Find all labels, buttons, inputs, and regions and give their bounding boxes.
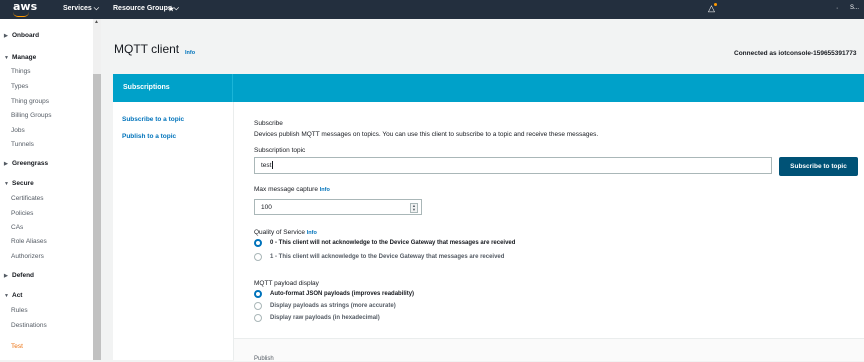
sidebar-item-tunnels[interactable]: Tunnels: [11, 141, 34, 148]
text-cursor: [272, 161, 274, 170]
qos-label: Quality of Service Info: [254, 229, 317, 236]
scrollbar-thumb[interactable]: [93, 74, 101, 360]
sidebar-section-act[interactable]: ▼ Act: [4, 292, 22, 299]
subscribe-description: Devices publish MQTT messages on topics.…: [254, 131, 599, 138]
pin-icon[interactable]: ★: [168, 5, 174, 13]
sidebar-section-defend[interactable]: ▶ Defend: [4, 272, 34, 279]
sidebar-section-greengrass[interactable]: ▶ Greengrass: [4, 160, 48, 167]
subscribe-to-topic-button[interactable]: Subscribe to topic: [779, 157, 858, 176]
expand-arrow-icon: ▶: [4, 161, 8, 167]
qos-0-label: 0 - This client will not acknowledge to …: [270, 240, 516, 246]
qos-1-label: 1 - This client will acknowledge to the …: [270, 254, 505, 260]
sidebar-item-thing-groups[interactable]: Thing groups: [11, 98, 49, 105]
sidebar-item-billing-groups[interactable]: Billing Groups: [11, 112, 51, 119]
sidebar-scrollbar[interactable]: ▲: [93, 19, 101, 360]
sidebar-item-test[interactable]: Test: [11, 343, 23, 350]
sidebar-section-onboard[interactable]: ▶ Onboard: [4, 32, 39, 39]
aws-logo[interactable]: aws: [13, 1, 37, 12]
payload-json-label: Auto-format JSON payloads (improves read…: [270, 291, 415, 297]
sidebar-item-jobs[interactable]: Jobs: [11, 127, 25, 134]
publish-section: Publish: [234, 338, 864, 362]
subscription-topic-input[interactable]: test: [254, 157, 772, 174]
sidebar-item-certificates[interactable]: Certificates: [11, 195, 44, 202]
sidebar-item-cas[interactable]: CAs: [11, 224, 23, 231]
payload-json-radio[interactable]: [254, 290, 262, 298]
aws-logo-smile-icon: [13, 12, 29, 17]
max-capture-info-link[interactable]: Info: [320, 187, 330, 193]
qos-info-link[interactable]: Info: [307, 230, 317, 236]
subscription-topic-label: Subscription topic: [254, 147, 306, 154]
sidebar-item-things[interactable]: Things: [11, 68, 31, 75]
payload-raw-radio[interactable]: [254, 314, 262, 322]
notification-dot: [714, 3, 717, 6]
sidebar-item-policies[interactable]: Policies: [11, 210, 33, 217]
qos-1-radio[interactable]: [254, 253, 262, 261]
sidebar-item-destinations[interactable]: Destinations: [11, 322, 47, 329]
max-message-capture-label: Max message capture Info: [254, 186, 330, 193]
subscriptions-header-label: Subscriptions: [123, 84, 170, 91]
expand-arrow-icon: ▶: [4, 273, 8, 279]
scroll-up-arrow-icon[interactable]: ▲: [94, 19, 99, 25]
max-message-capture-input[interactable]: 100 ▲ ▼: [254, 199, 422, 215]
sidebar-item-rules[interactable]: Rules: [11, 307, 28, 314]
services-menu[interactable]: Services ⌵: [63, 5, 99, 13]
payload-display-label: MQTT payload display: [254, 280, 319, 287]
mqtt-left-nav: Subscribe to a topic Publish to a topic: [113, 102, 234, 360]
number-stepper-icon[interactable]: ▲ ▼: [410, 203, 418, 213]
payload-string-label: Display payloads as strings (more accura…: [270, 303, 396, 309]
publish-heading: Publish: [254, 356, 274, 362]
collapse-arrow-icon: ▼: [4, 181, 9, 187]
sidebar-item-types[interactable]: Types: [11, 83, 28, 90]
user-menu-dot: ·: [836, 5, 839, 12]
sidebar-item-authorizers[interactable]: Authorizers: [11, 253, 44, 260]
top-navigation-bar: aws Services ⌵ Resource Groups ⌵ ★ △ · S…: [0, 0, 864, 19]
subscribe-to-topic-link[interactable]: Subscribe to a topic: [122, 116, 184, 123]
connection-status: Connected as iotconsole-159655391773: [734, 50, 857, 57]
header-divider: [232, 74, 233, 102]
qos-0-radio[interactable]: [254, 239, 262, 247]
payload-string-radio[interactable]: [254, 302, 262, 310]
sidebar-section-manage[interactable]: ▼ Manage: [4, 54, 36, 61]
page-title: MQTT client: [114, 42, 180, 56]
subscriptions-panel-header: Subscriptions: [113, 74, 864, 102]
sidebar-item-role-aliases[interactable]: Role Aliases: [11, 238, 47, 245]
subscribe-heading: Subscribe: [254, 120, 283, 127]
publish-to-topic-link[interactable]: Publish to a topic: [122, 133, 176, 140]
collapse-arrow-icon: ▼: [4, 55, 9, 61]
expand-arrow-icon: ▶: [4, 33, 8, 39]
notifications-bell-icon[interactable]: △: [708, 3, 717, 14]
payload-raw-label: Display raw payloads (in hexadecimal): [270, 315, 380, 321]
sidebar-section-secure[interactable]: ▼ Secure: [4, 180, 34, 187]
info-link[interactable]: Info: [185, 50, 195, 56]
collapse-arrow-icon: ▼: [4, 293, 9, 299]
user-menu[interactable]: S...: [850, 5, 859, 11]
